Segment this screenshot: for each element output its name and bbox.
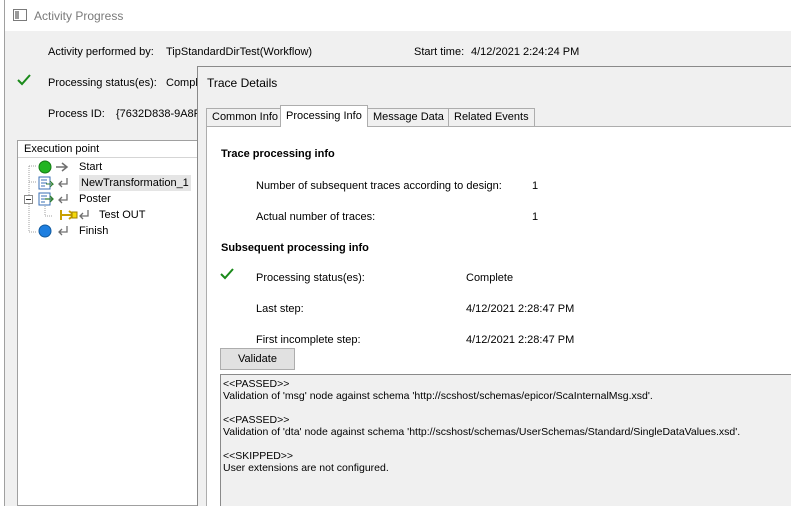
return-arrow-icon: [79, 210, 89, 220]
trace-details-titlebar[interactable]: Trace Details: [198, 67, 791, 97]
tab-processing-info[interactable]: Processing Info: [280, 105, 368, 127]
log-line: <<PASSED>>: [223, 378, 290, 390]
subsequent-traces-label: Number of subsequent traces according to…: [256, 180, 502, 192]
first-incomplete-step-value: 4/12/2021 2:28:47 PM: [466, 334, 575, 346]
validation-log[interactable]: <<PASSED>> Validation of 'msg' node agai…: [220, 374, 791, 506]
tab-related-events[interactable]: Related Events: [448, 108, 535, 127]
target-icon: [60, 210, 78, 220]
return-arrow-icon: [58, 194, 68, 204]
processing-status-value: Complete: [466, 272, 514, 284]
log-line: <<PASSED>>: [223, 414, 290, 426]
trace-details-dialog: Trace Details Common Info Processing Inf…: [197, 66, 791, 506]
execution-tree[interactable]: Execution point Start NewTransformation_…: [17, 140, 207, 506]
activity-performed-label: Activity performed by:: [48, 46, 154, 58]
finish-node-icon: [38, 224, 52, 238]
process-id-label: Process ID:: [48, 108, 105, 120]
start-time-label: Start time:: [414, 46, 465, 58]
log-line: Validation of 'msg' node against schema …: [223, 390, 653, 402]
return-arrow-icon: [58, 226, 68, 236]
checkmark-icon: [220, 268, 234, 280]
activity-performed-value: TipStandardDirTest(Workflow): [166, 46, 313, 58]
dialog-title: Trace Details: [207, 76, 278, 90]
subsequent-traces-value: 1: [532, 180, 539, 192]
start-time-value: 4/12/2021 2:24:24 PM: [471, 46, 580, 58]
validate-button[interactable]: Validate: [220, 348, 295, 370]
process-id-value: {7632D838-9A8F: [116, 108, 201, 120]
arrow-right-icon: [56, 162, 69, 172]
tree-item-newtransformation[interactable]: NewTransformation_1: [18, 175, 206, 191]
window-icon: [13, 9, 27, 21]
tree-item-poster[interactable]: Poster: [18, 191, 206, 207]
collapse-icon[interactable]: [24, 195, 33, 204]
execution-tree-header[interactable]: Execution point: [18, 141, 206, 158]
tree-item-test-out[interactable]: Test OUT: [18, 207, 206, 223]
last-step-value: 4/12/2021 2:28:47 PM: [466, 303, 575, 315]
actual-traces-label: Actual number of traces:: [256, 211, 376, 223]
window-title: Activity Progress: [34, 9, 124, 23]
trace-processing-title: Trace processing info: [221, 148, 335, 160]
tree-item-start[interactable]: Start: [18, 159, 206, 175]
tab-message-data[interactable]: Message Data: [367, 108, 450, 127]
last-step-label: Last step:: [256, 303, 304, 315]
log-line: Validation of 'dta' node against schema …: [223, 426, 741, 438]
checkmark-icon: [17, 74, 31, 86]
processing-status-label: Processing status(es):: [48, 77, 157, 89]
tree-item-finish[interactable]: Finish: [18, 223, 206, 239]
return-arrow-icon: [58, 178, 68, 188]
log-line: <<SKIPPED>>: [223, 450, 294, 462]
first-incomplete-step-label: First incomplete step:: [256, 334, 361, 346]
tab-strip: Common Info Processing Info Message Data…: [206, 105, 786, 127]
transformation-icon: [38, 176, 54, 190]
actual-traces-value: 1: [532, 211, 539, 223]
subsequent-processing-title: Subsequent processing info: [221, 242, 369, 254]
start-node-icon: [38, 160, 52, 174]
log-line: User extensions are not configured.: [223, 462, 389, 474]
processing-info-pane: Trace processing info Number of subseque…: [206, 126, 791, 506]
tab-common-info[interactable]: Common Info: [206, 108, 285, 127]
poster-icon: [38, 192, 54, 206]
activity-titlebar: Activity Progress: [5, 0, 791, 32]
processing-status-label: Processing status(es):: [256, 272, 365, 284]
